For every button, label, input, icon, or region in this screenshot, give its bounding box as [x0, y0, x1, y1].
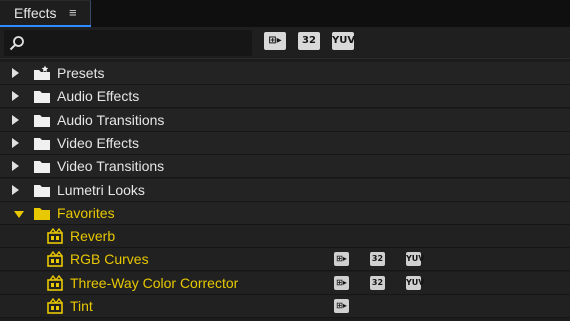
tree-effect-label: RGB Curves	[70, 251, 149, 268]
tab-effects[interactable]: Effects ≡	[0, 0, 91, 27]
tree-folder-label: Lumetri Looks	[57, 181, 145, 198]
folder-icon	[34, 137, 50, 150]
yuv-badge-icon: YUV	[406, 275, 424, 290]
effects-toolbar: ⊞▸ 32 YUV	[0, 27, 570, 59]
accelerated-badge-icon: ⊞▸	[334, 299, 349, 313]
disclosure-collapsed-icon[interactable]	[12, 68, 19, 78]
tree-effect-label: Reverb	[70, 228, 116, 245]
search-icon	[9, 36, 24, 51]
tab-effects-label: Effects	[14, 5, 57, 21]
tree-folder-row[interactable]: Audio Effects	[0, 85, 570, 109]
tree-folder-label: Audio Transitions	[57, 111, 165, 128]
32bit-effects-filter-button[interactable]: 32	[298, 32, 320, 50]
folder-icon	[34, 207, 50, 220]
tree-folder-row[interactable]: Lumetri Looks	[0, 178, 570, 202]
preset-folder-icon	[34, 65, 50, 80]
panel-tab-bar: Effects ≡	[0, 0, 570, 27]
effect-icon	[47, 298, 63, 314]
tree-folder-row[interactable]: Video Effects	[0, 131, 570, 155]
bit32-badge-icon: 32	[370, 275, 385, 290]
search-input[interactable]	[4, 30, 252, 56]
disclosure-collapsed-icon[interactable]	[12, 161, 19, 172]
folder-icon	[34, 184, 50, 197]
disclosure-expanded-icon[interactable]	[14, 210, 24, 218]
disclosure-collapsed-icon[interactable]	[12, 184, 19, 195]
tree-folder-label: Favorites	[57, 204, 115, 221]
tree-folder-label: Presets	[57, 65, 105, 81]
tree-effect-label: Three-Way Color Corrector	[70, 274, 239, 291]
effect-icon	[47, 251, 63, 268]
panel-menu-icon[interactable]: ≡	[69, 5, 77, 20]
bit32-badge-icon: 32	[370, 252, 385, 267]
accelerated-badge-icon: ⊞▸	[334, 275, 349, 290]
folder-icon	[34, 91, 50, 104]
tree-folder-label: Video Transitions	[57, 158, 165, 175]
tree-effect-label: Tint	[70, 298, 93, 314]
tree-folder-row[interactable]: Audio Transitions	[0, 108, 570, 132]
yuv-effects-filter-button[interactable]: YUV	[332, 32, 355, 50]
tree-folder-row[interactable]: Favorites	[0, 201, 570, 225]
folder-icon	[34, 161, 50, 174]
accelerated-badge-icon: ⊞▸	[334, 252, 349, 267]
tree-folder-row[interactable]: Presets	[0, 62, 570, 85]
yuv-badge-icon: YUV	[406, 252, 424, 267]
tree-effect-row[interactable]: Tint ⊞▸	[0, 295, 570, 318]
disclosure-collapsed-icon[interactable]	[12, 91, 19, 102]
tree-effect-row[interactable]: Reverb	[0, 225, 570, 249]
tree-effect-row[interactable]: Three-Way Color Corrector ⊞▸ 32 YUV	[0, 271, 570, 295]
accelerated-effects-filter-button[interactable]: ⊞▸	[264, 32, 286, 50]
disclosure-collapsed-icon[interactable]	[12, 137, 19, 148]
disclosure-collapsed-icon[interactable]	[12, 114, 19, 125]
effect-icon	[47, 274, 63, 291]
tree-folder-row[interactable]: Video Transitions	[0, 155, 570, 179]
tree-folder-label: Video Effects	[57, 134, 139, 151]
tree-effect-row[interactable]: RGB Curves ⊞▸ 32 YUV	[0, 248, 570, 272]
effect-icon	[47, 228, 63, 244]
tree-folder-label: Audio Effects	[57, 88, 140, 105]
folder-icon	[34, 114, 50, 127]
